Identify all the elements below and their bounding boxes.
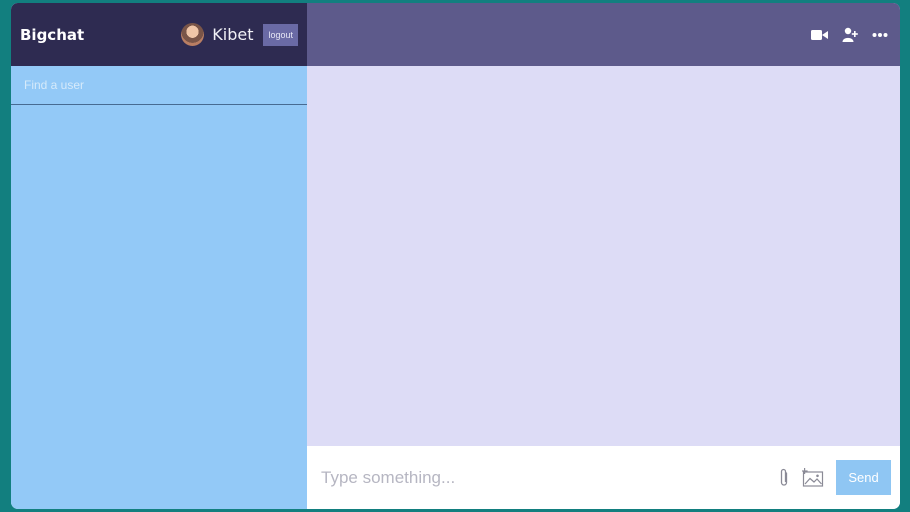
user-search [11, 66, 307, 105]
message-area [307, 66, 900, 446]
attachment-icon[interactable] [778, 467, 790, 489]
add-user-icon[interactable] [842, 27, 858, 43]
logout-button[interactable]: logout [263, 23, 298, 46]
sidebar-navbar: Bigchat Kibet logout [11, 3, 307, 66]
sidebar: Bigchat Kibet logout [11, 3, 307, 509]
chat-list [11, 105, 307, 509]
message-input-bar: Send [307, 446, 900, 509]
video-camera-icon[interactable] [811, 29, 828, 41]
add-image-icon[interactable] [802, 467, 824, 488]
app-logo: Bigchat [20, 25, 85, 44]
user-name: Kibet [212, 25, 254, 44]
send-tools: Send [778, 460, 891, 495]
chat-app: Bigchat Kibet logout Find a user Type so… [11, 3, 900, 509]
avatar [181, 23, 205, 46]
current-user: Kibet logout [181, 23, 298, 46]
more-options-icon[interactable] [872, 32, 888, 38]
message-input[interactable] [319, 466, 778, 489]
chat-header [307, 3, 900, 66]
chat-panel: Send [307, 3, 900, 509]
search-input[interactable] [22, 77, 307, 93]
send-button[interactable]: Send [836, 460, 891, 495]
